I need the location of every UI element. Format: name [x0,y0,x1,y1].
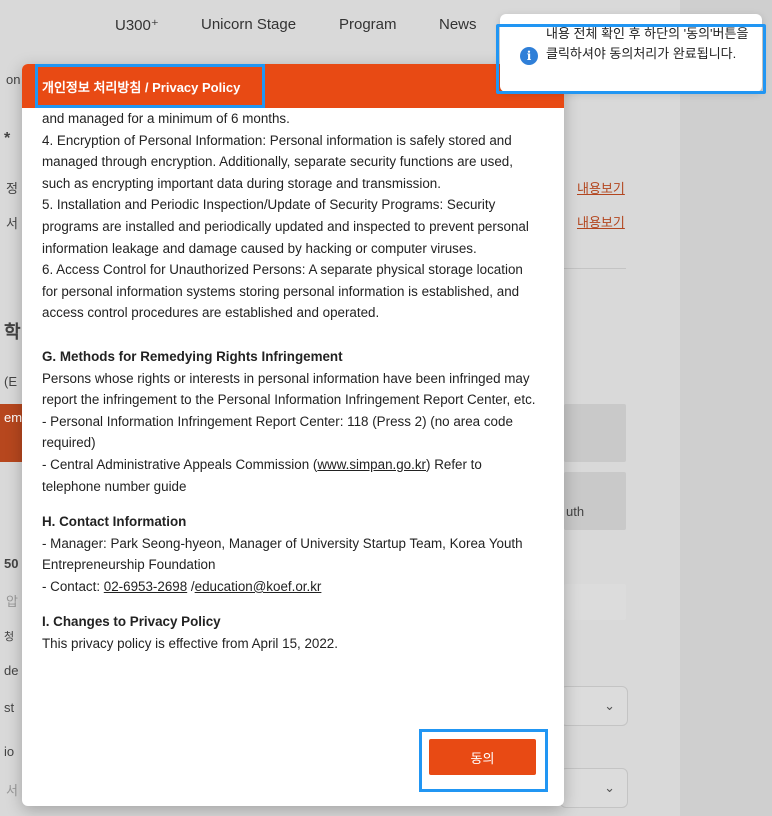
nav-item-unicorn-stage[interactable]: Unicorn Stage [201,16,296,33]
highlight-box-toast [496,24,766,94]
bg-text-fragment: uth [566,504,585,519]
phone-link[interactable]: 02-6953-2698 [104,579,187,594]
view-content-link-2[interactable]: 내용보기 [577,212,625,231]
policy-paragraph: - Contact: 02-6953-2698 /education@koef.… [42,576,538,598]
bg-text-fragment: io [4,744,15,759]
view-content-link-1[interactable]: 내용보기 [577,178,625,197]
bg-select[interactable]: ⌄ [560,686,628,726]
bg-text-fragment: de [4,663,19,678]
bg-text-fragment: em [4,410,23,425]
bg-box [564,472,626,530]
policy-paragraph: - Personal Information Infringement Repo… [42,413,513,451]
highlight-box-title [35,64,265,108]
nav-item-u300[interactable]: U300⁺ [115,16,159,34]
bg-text-fragment: 청 [4,631,15,643]
section-heading-i: I. Changes to Privacy Policy [42,614,221,630]
policy-paragraph: and managed for a minimum of 6 months. [42,111,290,126]
bg-text-fragment: st [4,700,15,715]
section-heading-h: H. Contact Information [42,514,187,530]
highlight-box-agree [419,729,548,792]
policy-paragraph: - Central Administrative Appeals Commiss… [42,454,538,497]
bg-text-fragment: 서 [6,783,18,798]
policy-paragraph: 5. Installation and Periodic Inspection/… [42,197,529,256]
policy-paragraph: - Manager: Park Seong-hyeon, Manager of … [42,535,523,573]
policy-paragraph: This privacy policy is effective from Ap… [42,636,338,652]
nav-item-news[interactable]: News [439,16,477,33]
privacy-policy-modal: 개인정보 처리방침 / Privacy Policy and managed f… [22,64,564,806]
bg-input [564,584,626,620]
bg-text-fragment: (E [4,374,17,389]
modal-body[interactable]: and managed for a minimum of 6 months. 4… [42,108,538,738]
policy-paragraph: 6. Access Control for Unauthorized Perso… [42,262,523,321]
bg-text-fragment: 학 [4,322,21,342]
bg-text-fragment: 정 [6,181,18,196]
divider [564,268,626,269]
text: - Central Administrative Appeals Commiss… [42,456,318,472]
bg-text-fragment: on [6,72,21,87]
simpan-link[interactable]: www.simpan.go.kr [317,457,426,472]
bg-text-fragment: 서 [6,216,18,231]
chevron-down-icon: ⌄ [604,698,615,713]
text: - Contact: [42,578,104,594]
background-right-panel [680,0,772,816]
bg-text-fragment: 50 [4,556,19,571]
section-heading-g: G. Methods for Remedying Rights Infringe… [42,348,343,364]
policy-paragraph: Persons whose rights or interests in per… [42,370,536,408]
chevron-down-icon: ⌄ [604,780,615,795]
bg-box [564,404,626,462]
policy-paragraph: 4. Encryption of Personal Information: P… [42,132,513,191]
bg-select[interactable]: ⌄ [560,768,628,808]
text: / [187,578,195,594]
bg-text-fragment: 압 [6,594,18,609]
bg-text-fragment: * [4,130,11,147]
email-link[interactable]: education@koef.or.kr [195,579,322,594]
nav-item-program[interactable]: Program [339,16,397,33]
